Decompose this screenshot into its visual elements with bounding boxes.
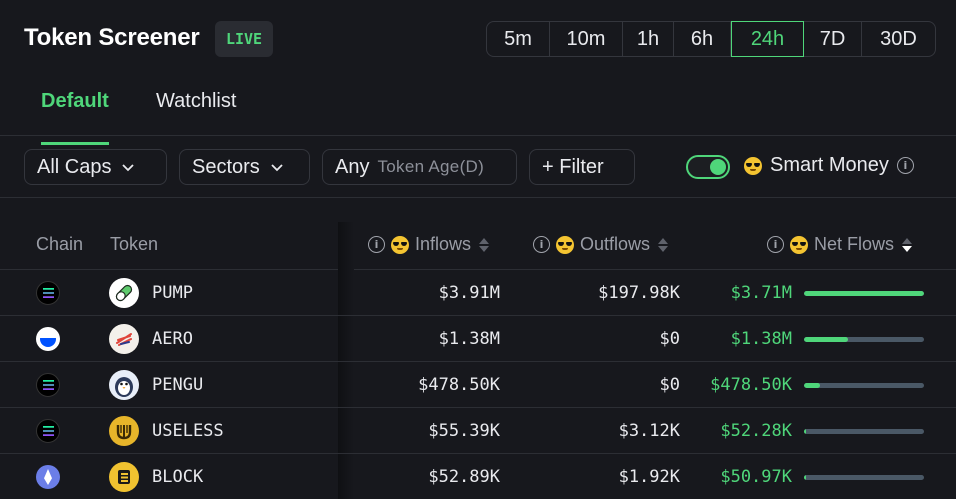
net-flows-value: $3.71M <box>730 283 792 303</box>
tab-bar: Default Watchlist <box>0 80 956 145</box>
info-icon[interactable]: i <box>368 236 385 253</box>
inflows-value: $478.50K <box>418 375 500 395</box>
solana-chain-icon <box>36 281 60 305</box>
live-badge: LIVE <box>215 21 273 57</box>
timeframe-6h[interactable]: 6h <box>674 22 731 56</box>
inflows-value: $1.38M <box>438 329 500 349</box>
info-icon[interactable]: i <box>533 236 550 253</box>
solana-chain-icon <box>36 419 60 443</box>
token-name[interactable]: BLOCK <box>152 467 203 487</box>
table-row[interactable]: BLOCK $52.89K $1.92K $50.97K <box>0 454 956 499</box>
sunglasses-emoji-icon <box>790 235 808 254</box>
solana-chain-icon <box>36 373 60 397</box>
header-inflows-label: Inflows <box>415 234 472 254</box>
sort-icon[interactable] <box>658 237 669 252</box>
tab-watchlist[interactable]: Watchlist <box>156 90 236 134</box>
header-inflows[interactable]: i Inflows <box>368 234 490 255</box>
token-age-label: Token Age(D) <box>377 157 485 176</box>
caps-dropdown[interactable]: All Caps <box>24 149 167 185</box>
header-net-flows[interactable]: i Net Flows <box>767 234 913 255</box>
header-token: Token <box>110 234 159 254</box>
token-name[interactable]: AERO <box>152 329 193 349</box>
outflows-value: $0 <box>659 329 680 349</box>
sunglasses-emoji-icon <box>744 156 762 175</box>
net-flows-value: $50.97K <box>720 467 792 487</box>
sort-icon[interactable] <box>479 237 490 252</box>
inflows-value: $55.39K <box>428 421 500 441</box>
chevron-down-icon <box>271 164 283 172</box>
filter-button[interactable]: + Filter <box>529 149 635 185</box>
token-name[interactable]: USELESS <box>152 421 224 441</box>
table-row[interactable]: AERO $1.38M $0 $1.38M <box>0 316 956 362</box>
token-age-value: Any <box>335 155 370 178</box>
header-outflows-label: Outflows <box>580 234 651 254</box>
timeframe-24h[interactable]: 24h <box>731 21 804 57</box>
smart-money-label: Smart Money <box>770 154 889 176</box>
base-chain-icon <box>36 327 60 351</box>
sunglasses-emoji-icon <box>391 235 409 254</box>
net-flows-bar <box>804 383 924 388</box>
pump-token-icon <box>109 278 139 308</box>
header: Token Screener LIVE 5m 10m 1h 6h 24h 7D … <box>0 0 956 78</box>
useless-token-icon <box>109 416 139 446</box>
net-flows-bar <box>804 291 924 296</box>
smart-money-control: Smart Money i <box>744 154 914 177</box>
token-name[interactable]: PENGU <box>152 375 203 395</box>
header-net-flows-label: Net Flows <box>814 234 895 254</box>
outflows-value: $3.12K <box>618 421 680 441</box>
toggle-knob <box>710 159 726 175</box>
chevron-down-icon <box>122 164 135 172</box>
sectors-label: Sectors <box>192 155 260 178</box>
pengu-token-icon <box>109 370 139 400</box>
net-flows-bar <box>804 337 924 342</box>
net-flows-value: $478.50K <box>710 375 792 395</box>
page-title: Token Screener <box>24 24 200 51</box>
token-name[interactable]: PUMP <box>152 283 193 303</box>
net-flows-bar <box>804 429 924 434</box>
table-header: Chain Token i Inflows i Outflows i Net F… <box>0 222 956 270</box>
timeframe-7d[interactable]: 7D <box>804 22 862 56</box>
header-outflows[interactable]: i Outflows <box>533 234 669 255</box>
inflows-value: $52.89K <box>428 467 500 487</box>
filter-bar: All Caps Sectors Any Token Age(D) + Filt… <box>0 136 956 198</box>
timeframe-30d[interactable]: 30D <box>862 22 935 56</box>
smart-money-toggle[interactable] <box>686 155 730 179</box>
net-flows-value: $52.28K <box>720 421 792 441</box>
sunglasses-emoji-icon <box>556 235 574 254</box>
info-icon[interactable]: i <box>896 157 914 174</box>
table-row[interactable]: USELESS $55.39K $3.12K $52.28K <box>0 408 956 454</box>
outflows-value: $197.98K <box>598 283 680 303</box>
inflows-value: $3.91M <box>438 283 500 303</box>
outflows-value: $1.92K <box>618 467 680 487</box>
info-icon[interactable]: i <box>767 236 784 253</box>
block-token-icon <box>109 462 139 492</box>
timeframe-5m[interactable]: 5m <box>487 22 550 56</box>
net-flows-value: $1.38M <box>730 329 792 349</box>
outflows-value: $0 <box>659 375 680 395</box>
sort-icon[interactable] <box>902 237 913 252</box>
sectors-dropdown[interactable]: Sectors <box>179 149 310 185</box>
timeframe-10m[interactable]: 10m <box>550 22 623 56</box>
token-age-filter[interactable]: Any Token Age(D) <box>322 149 517 185</box>
ethereum-chain-icon <box>36 465 60 489</box>
caps-label: All Caps <box>37 155 112 178</box>
table-row[interactable]: PENGU $478.50K $0 $478.50K <box>0 362 956 408</box>
net-flows-bar <box>804 475 924 480</box>
header-chain: Chain <box>36 234 84 254</box>
timeframe-1h[interactable]: 1h <box>623 22 674 56</box>
table-row[interactable]: PUMP $3.91M $197.98K $3.71M <box>0 270 956 316</box>
timeframe-selector: 5m 10m 1h 6h 24h 7D 30D <box>486 21 936 57</box>
aero-token-icon <box>109 324 139 354</box>
